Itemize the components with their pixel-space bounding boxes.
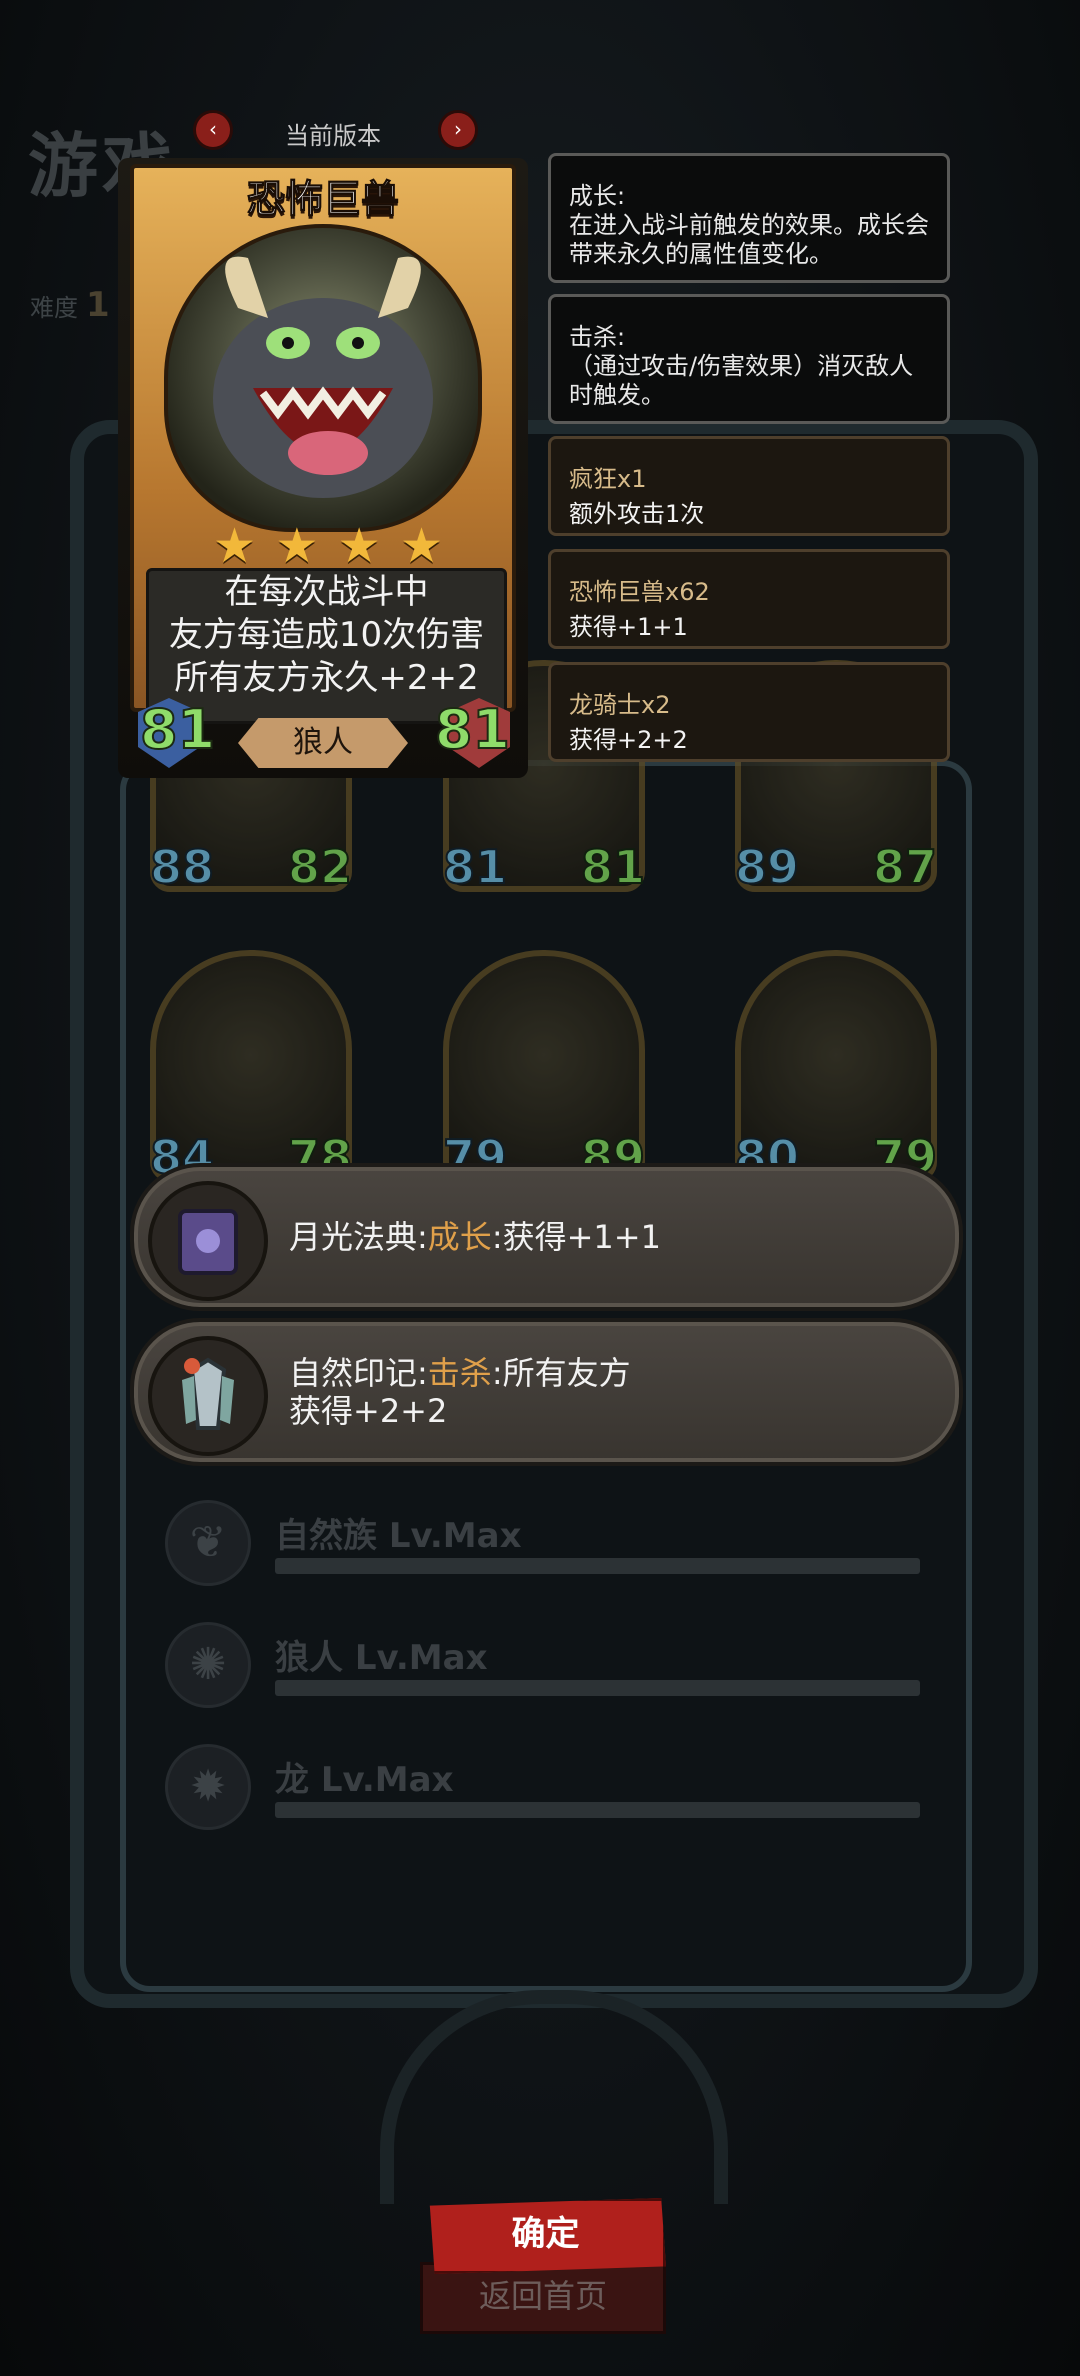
card-health: 81 [434, 697, 511, 762]
nature-emblem-icon: ❦ [165, 1500, 251, 1586]
unit-card[interactable]: 84 78 [149, 950, 353, 1185]
unit-attack: 89 [734, 839, 800, 895]
effect-text: 额外攻击1次 [569, 500, 705, 528]
level-label: 自然族 Lv.Max [275, 1516, 522, 1556]
chevron-right-icon[interactable]: › [438, 110, 478, 150]
unit-health: 87 [872, 839, 938, 895]
featured-card[interactable]: 恐怖巨兽 ★ ★ ★ ★ 在每次战斗中 友方每造成10次伤害 所有友方永久+2+… [118, 158, 528, 778]
relic-nature-mark[interactable]: 自然印记:击杀:所有友方获得+2+2 [130, 1318, 963, 1466]
description-line: 所有友方永久+2+2 [174, 658, 479, 698]
unit-attack: 88 [149, 839, 215, 895]
tooltip-kill: 击杀: （通过攻击/伤害效果）消灭敌人时触发。 [548, 294, 950, 424]
chevron-left-icon[interactable]: ‹ [193, 110, 233, 150]
star-icon: ★ [399, 518, 443, 574]
monster-portrait [164, 224, 482, 532]
star-icon: ★ [213, 518, 257, 574]
card-title: 恐怖巨兽 [246, 177, 399, 222]
effect-entry: 恐怖巨兽x62 获得+1+1 [548, 549, 950, 649]
tooltip-body: （通过攻击/伤害效果）消灭敌人时触发。 [569, 352, 914, 409]
level-label: 狼人 Lv.Max [275, 1638, 488, 1678]
description-line: 在每次战斗中 [224, 572, 429, 612]
relic-text: 月光法典:成长:获得+1+1 [289, 1218, 661, 1256]
effect-name: 疯狂x1 [569, 465, 647, 493]
relic-text: 自然印记:击杀:所有友方获得+2+2 [289, 1354, 631, 1430]
unit-attack: 81 [442, 839, 508, 895]
card-attack: 81 [139, 697, 216, 762]
level-row: ✺ 狼人 Lv.Max [160, 1622, 920, 1712]
difficulty: 难度 1 [30, 285, 110, 325]
effect-text: 获得+2+2 [569, 726, 688, 754]
unit-card[interactable]: 80 79 [734, 950, 938, 1185]
level-bar [275, 1680, 920, 1696]
relic-moonlight-codex[interactable]: 月光法典:成长:获得+1+1 [130, 1163, 963, 1311]
tooltip-title: 成长: [569, 182, 626, 210]
level-bar [275, 1558, 920, 1574]
level-row: ❦ 自然族 Lv.Max [160, 1500, 920, 1590]
unit-health: 82 [287, 839, 353, 895]
book-icon [148, 1181, 268, 1301]
tooltip-title: 击杀: [569, 323, 626, 351]
star-rating: ★ ★ ★ ★ [213, 518, 443, 574]
level-label: 龙 Lv.Max [275, 1760, 454, 1800]
confirm-button[interactable]: 确定 [429, 2198, 666, 2274]
star-icon: ★ [275, 518, 319, 574]
crystal-icon [148, 1336, 268, 1456]
relic-effect-line2: 获得+2+2 [289, 1392, 448, 1430]
relic-effect: :所有友方 [491, 1354, 631, 1392]
relic-keyword: 成长 [427, 1218, 492, 1256]
difficulty-label: 难度 [30, 294, 78, 322]
level-bar [275, 1802, 920, 1818]
level-row: ✹ 龙 Lv.Max [160, 1744, 920, 1834]
version-label: 当前版本 [285, 122, 381, 150]
star-icon: ★ [337, 518, 381, 574]
relic-effect: :获得+1+1 [491, 1218, 661, 1256]
effect-entry: 龙骑士x2 获得+2+2 [548, 662, 950, 762]
tribe-badge: 狼人 [238, 718, 408, 768]
relic-keyword: 击杀 [427, 1354, 492, 1392]
unit-health: 81 [580, 839, 646, 895]
unit-card[interactable]: 79 89 [442, 950, 646, 1185]
difficulty-value: 1 [86, 285, 110, 325]
tooltip-body: 在进入战斗前触发的效果。成长会带来永久的属性值变化。 [569, 211, 929, 268]
tooltip-growth: 成长: 在进入战斗前触发的效果。成长会带来永久的属性值变化。 [548, 153, 950, 283]
effect-text: 获得+1+1 [569, 613, 688, 641]
wolf-emblem-icon: ✺ [165, 1622, 251, 1708]
relic-name: 自然印记: [289, 1354, 428, 1392]
dragon-emblem-icon: ✹ [165, 1744, 251, 1830]
description-line: 友方每造成10次伤害 [168, 615, 485, 655]
effect-name: 龙骑士x2 [569, 691, 671, 719]
relic-name: 月光法典: [289, 1218, 428, 1256]
effect-name: 恐怖巨兽x62 [569, 578, 710, 606]
effect-entry: 疯狂x1 额外攻击1次 [548, 436, 950, 536]
